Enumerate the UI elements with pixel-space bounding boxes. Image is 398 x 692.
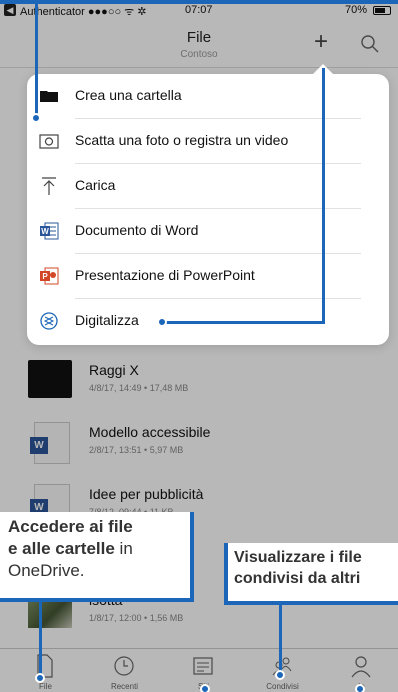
camera-icon — [39, 134, 59, 149]
callout-dot — [157, 317, 167, 327]
menu-item-label: Documento di Word — [75, 222, 199, 238]
callout-dot — [275, 670, 285, 680]
menu-item-label: Carica — [75, 177, 116, 193]
svg-text:P: P — [42, 272, 48, 281]
callout-line — [39, 600, 42, 678]
svg-text:W: W — [41, 227, 49, 236]
folder-icon — [40, 91, 58, 102]
menu-item-create-folder[interactable]: Crea una cartella — [27, 74, 389, 119]
callout-shared: Visualizzare i file condivisi da altri — [224, 543, 398, 605]
menu-item-word[interactable]: W Documento di Word — [27, 209, 389, 254]
powerpoint-icon: P — [40, 267, 59, 285]
callout-dot — [200, 684, 210, 692]
callout-line — [35, 0, 38, 116]
menu-item-label: Presentazione di PowerPoint — [75, 267, 255, 283]
upload-icon — [42, 177, 56, 195]
menu-item-powerpoint[interactable]: P Presentazione di PowerPoint — [27, 254, 389, 299]
callout-dot — [355, 684, 365, 692]
scan-icon — [40, 312, 58, 330]
menu-item-upload[interactable]: Carica — [27, 164, 389, 209]
callout-top-bar — [0, 0, 398, 4]
callout-dot — [31, 113, 41, 123]
word-icon: W — [40, 222, 59, 240]
menu-item-label: Crea una cartella — [75, 87, 182, 103]
callout-line — [279, 604, 282, 676]
menu-item-label: Digitalizza — [75, 312, 139, 328]
menu-item-label: Scatta una foto o registra un video — [75, 132, 289, 148]
callout-line — [165, 321, 325, 324]
callout-dot — [35, 673, 45, 683]
callout-line — [322, 68, 325, 324]
menu-item-camera[interactable]: Scatta una foto o registra un video — [27, 119, 389, 164]
callout-onedrive: Accedere ai file e alle cartelle in OneD… — [0, 512, 194, 602]
add-menu-popover: Crea una cartella Scatta una foto o regi… — [27, 64, 389, 345]
